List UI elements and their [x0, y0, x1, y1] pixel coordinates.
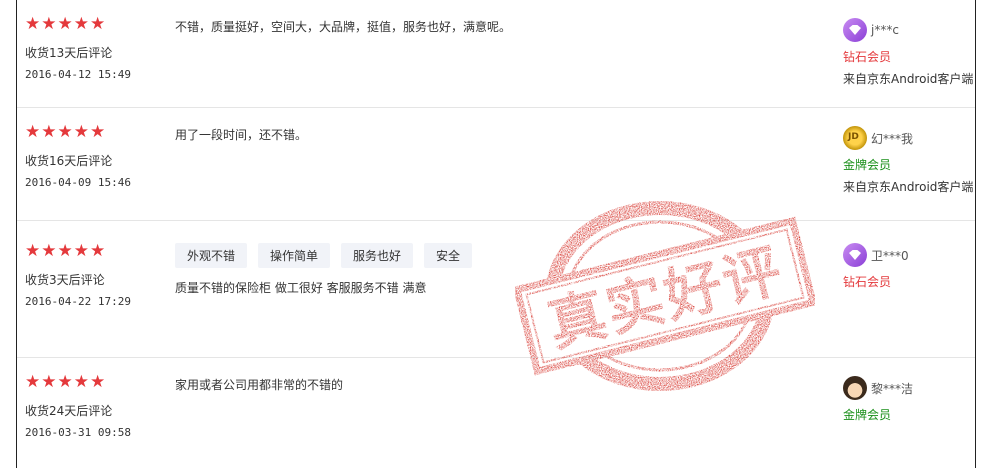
- review-delay: 收货13天后评论: [25, 46, 113, 60]
- member-level: 钻石会员: [843, 275, 892, 289]
- review-tag: 外观不错: [175, 243, 248, 268]
- star-icon: ★: [73, 122, 89, 142]
- reviewer-info: j***c 钻石会员 来自京东Android客户端: [843, 18, 973, 87]
- member-level: 金牌会员: [843, 408, 892, 422]
- star-icon: ★: [57, 14, 73, 34]
- review-item: ★ ★ ★ ★ ★ 收货16天后评论 2016-04-09 15:46 用了一段…: [17, 108, 975, 221]
- review-date: 2016-04-22 17:29: [25, 295, 131, 308]
- review-comment: 质量不错的保险柜 做工很好 客服服务不错 满意: [175, 281, 427, 295]
- star-icon: ★: [73, 241, 89, 261]
- review-tag: 服务也好: [341, 243, 414, 268]
- jd-gold-avatar-icon[interactable]: [843, 126, 867, 150]
- star-icon: ★: [41, 372, 57, 392]
- member-level: 金牌会员: [843, 158, 892, 172]
- client-source: 来自京东Android客户端: [843, 72, 974, 86]
- star-icon: ★: [90, 372, 106, 392]
- star-icon: ★: [41, 241, 57, 261]
- star-icon: ★: [25, 122, 41, 142]
- reviewer-name[interactable]: 黎***洁: [871, 380, 913, 397]
- reviewer-info: 幻***我 金牌会员 来自京东Android客户端: [843, 126, 973, 195]
- diamond-avatar-icon[interactable]: [843, 18, 867, 42]
- review-item: ★ ★ ★ ★ ★ 收货13天后评论 2016-04-12 15:49 不错，质…: [17, 0, 975, 108]
- review-tag: 安全: [424, 243, 473, 268]
- rating-stars: ★ ★ ★ ★ ★: [25, 16, 105, 33]
- review-comment: 用了一段时间，还不错。: [175, 128, 308, 142]
- star-icon: ★: [57, 241, 73, 261]
- review-delay: 收货24天后评论: [25, 404, 113, 418]
- review-list: ★ ★ ★ ★ ★ 收货13天后评论 2016-04-12 15:49 不错，质…: [16, 0, 976, 468]
- star-icon: ★: [25, 372, 41, 392]
- review-tag: 操作简单: [258, 243, 331, 268]
- review-date: 2016-04-09 15:46: [25, 176, 131, 189]
- review-comment: 家用或者公司用都非常的不错的: [175, 378, 344, 392]
- star-icon: ★: [25, 241, 41, 261]
- star-icon: ★: [41, 122, 57, 142]
- star-icon: ★: [90, 14, 106, 34]
- review-comment: 不错，质量挺好，空间大，大品牌，挺值，服务也好，满意呢。: [175, 20, 512, 34]
- rating-stars: ★ ★ ★ ★ ★: [25, 374, 105, 391]
- reviewer-info: 黎***洁 金牌会员: [843, 376, 913, 423]
- reviewer-name[interactable]: j***c: [871, 23, 899, 37]
- review-date: 2016-04-12 15:49: [25, 68, 131, 81]
- review-delay: 收货3天后评论: [25, 273, 105, 287]
- rating-stars: ★ ★ ★ ★ ★: [25, 124, 105, 141]
- star-icon: ★: [57, 122, 73, 142]
- star-icon: ★: [41, 14, 57, 34]
- star-icon: ★: [57, 372, 73, 392]
- review-item: ★ ★ ★ ★ ★ 收货24天后评论 2016-03-31 09:58 家用或者…: [17, 358, 975, 468]
- review-date: 2016-03-31 09:58: [25, 426, 131, 439]
- diamond-avatar-icon[interactable]: [843, 243, 867, 267]
- member-level: 钻石会员: [843, 50, 892, 64]
- rating-stars: ★ ★ ★ ★ ★: [25, 243, 105, 260]
- client-source: 来自京东Android客户端: [843, 180, 974, 194]
- review-tags: 外观不错 操作简单 服务也好 安全: [175, 243, 473, 268]
- girl-avatar-icon[interactable]: [843, 376, 867, 400]
- star-icon: ★: [90, 122, 106, 142]
- review-item: ★ ★ ★ ★ ★ 收货3天后评论 2016-04-22 17:29 外观不错 …: [17, 221, 975, 358]
- reviewer-info: 卫***0 钻石会员: [843, 243, 909, 290]
- star-icon: ★: [73, 14, 89, 34]
- reviewer-name[interactable]: 卫***0: [871, 247, 909, 264]
- star-icon: ★: [90, 241, 106, 261]
- review-delay: 收货16天后评论: [25, 154, 113, 168]
- reviewer-name[interactable]: 幻***我: [871, 130, 913, 147]
- star-icon: ★: [73, 372, 89, 392]
- star-icon: ★: [25, 14, 41, 34]
